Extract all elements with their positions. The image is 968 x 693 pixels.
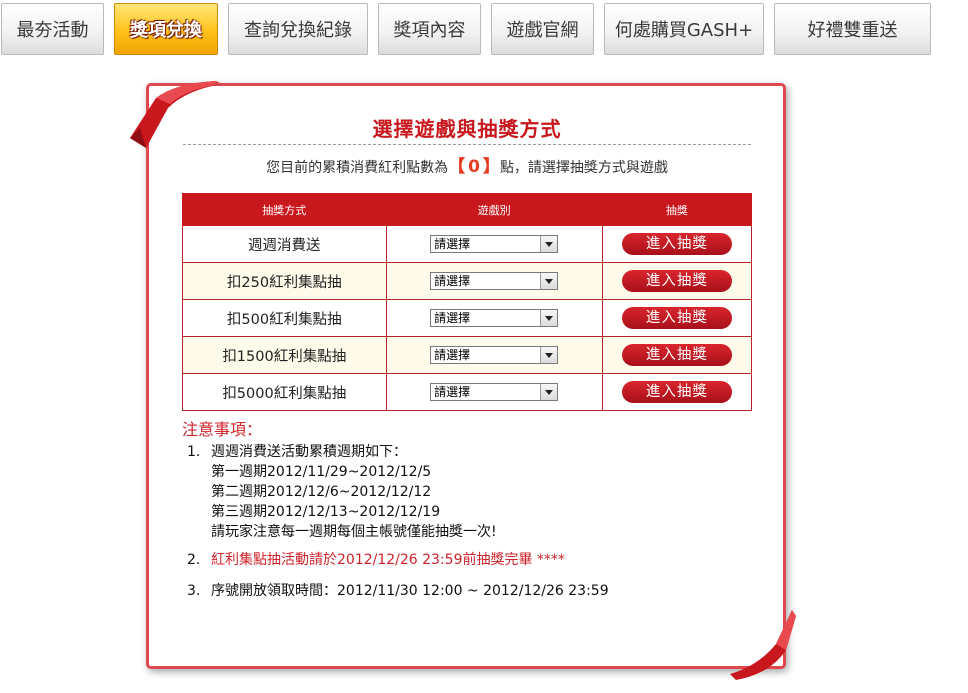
- note-line: 第二週期2012/12/6~2012/12/12: [211, 484, 432, 500]
- points-suffix: 點，請選擇抽獎方式與遊戲: [499, 160, 668, 176]
- note-line: 請玩家注意每一週期每個主帳號僅能抽獎一次!: [211, 524, 497, 540]
- dropdown-arrow-icon[interactable]: [540, 236, 558, 252]
- game-select-5000[interactable]: 請選擇: [430, 383, 559, 401]
- table-row: 扣1500紅利集點抽 請選擇 進入抽獎: [182, 336, 753, 374]
- note-line: 週週消費送活動累積週期如下：: [211, 444, 407, 460]
- ribbon-bottom-right-decoration: [730, 610, 796, 680]
- dropdown-arrow-icon[interactable]: [540, 347, 558, 363]
- tab-prize-contents[interactable]: 獎項內容: [378, 3, 481, 55]
- draw-method-table: 抽獎方式 遊戲別 抽獎 週週消費送 請選擇 進入抽獎 扣250紅利集點抽 請選擇…: [182, 193, 753, 411]
- select-value: 請選擇: [434, 237, 471, 251]
- enter-draw-button-weekly[interactable]: 進入抽獎: [621, 233, 732, 255]
- points-open-bracket: 【: [448, 157, 466, 177]
- game-select-cell: 請選擇: [385, 336, 603, 374]
- table-row: 週週消費送 請選擇 進入抽獎: [182, 225, 753, 263]
- list-item: 2. 紅利集點抽活動請於2012/12/26 23:59前抽獎完畢 ****: [187, 550, 747, 570]
- draw-method-label: 扣5000紅利集點抽: [182, 373, 387, 411]
- draw-method-label: 扣500紅利集點抽: [182, 299, 387, 337]
- enter-draw-button-5000[interactable]: 進入抽獎: [621, 381, 732, 403]
- note-line: 第一週期2012/11/29~2012/12/5: [211, 464, 432, 480]
- draw-button-cell: 進入抽獎: [601, 262, 753, 300]
- dropdown-arrow-icon[interactable]: [540, 384, 558, 400]
- game-select-cell: 請選擇: [385, 299, 603, 337]
- note-number: 3.: [187, 583, 201, 599]
- header-draw-method: 抽獎方式: [182, 193, 387, 226]
- panel-title: 選擇遊戲與抽獎方式: [372, 117, 562, 141]
- game-select-500[interactable]: 請選擇: [430, 309, 559, 327]
- draw-button-cell: 進入抽獎: [601, 373, 753, 411]
- points-summary: 您目前的累積消費紅利點數為【 0 】點，請選擇抽獎方式與遊戲: [183, 152, 751, 177]
- title-divider: [183, 144, 751, 145]
- note-text: 紅利集點抽活動請於2012/12/26 23:59前抽獎完畢 ****: [211, 552, 565, 568]
- select-value: 請選擇: [434, 311, 471, 325]
- enter-draw-button-1500[interactable]: 進入抽獎: [621, 344, 732, 366]
- note-number: 1.: [187, 444, 201, 460]
- header-draw: 抽獎: [601, 193, 753, 226]
- draw-method-label: 週週消費送: [182, 225, 387, 263]
- table-row: 扣500紅利集點抽 請選擇 進入抽獎: [182, 299, 753, 337]
- game-select-cell: 請選擇: [385, 262, 603, 300]
- table-row: 扣5000紅利集點抽 請選擇 進入抽獎: [182, 373, 753, 411]
- note-text: 序號開放領取時間：2012/11/30 12:00 ~ 2012/12/26 2…: [211, 583, 609, 599]
- tab-redemption-history[interactable]: 查詢兌換紀錄: [228, 3, 368, 55]
- notes-title: 注意事項：: [182, 420, 263, 439]
- table-row: 扣250紅利集點抽 請選擇 進入抽獎: [182, 262, 753, 300]
- tab-game-website[interactable]: 遊戲官網: [491, 3, 594, 55]
- draw-button-cell: 進入抽獎: [601, 299, 753, 337]
- points-prefix: 您目前的累積消費紅利點數為: [266, 160, 449, 176]
- list-item: 3. 序號開放領取時間：2012/11/30 12:00 ~ 2012/12/2…: [187, 581, 747, 601]
- game-select-cell: 請選擇: [385, 225, 603, 263]
- game-select-weekly[interactable]: 請選擇: [430, 235, 559, 253]
- list-item: 1. 週週消費送活動累積週期如下： 第一週期2012/11/29~2012/12…: [187, 442, 747, 542]
- draw-button-cell: 進入抽獎: [601, 336, 753, 374]
- game-select-cell: 請選擇: [385, 373, 603, 411]
- select-value: 請選擇: [434, 274, 471, 288]
- select-value: 請選擇: [434, 385, 471, 399]
- tab-double-gift[interactable]: 好禮雙重送: [774, 3, 931, 55]
- points-value: 0: [468, 157, 480, 177]
- draw-method-label: 扣250紅利集點抽: [182, 262, 387, 300]
- table-header-row: 抽獎方式 遊戲別 抽獎: [182, 193, 753, 226]
- tab-prize-redemption[interactable]: 獎項兌換: [114, 3, 218, 55]
- note-line: 第三週期2012/12/13~2012/12/19: [211, 504, 441, 520]
- header-game-type: 遊戲別: [385, 193, 603, 226]
- notes-list: 1. 週週消費送活動累積週期如下： 第一週期2012/11/29~2012/12…: [187, 442, 747, 601]
- select-value: 請選擇: [434, 348, 471, 362]
- enter-draw-button-250[interactable]: 進入抽獎: [621, 270, 732, 292]
- draw-method-label: 扣1500紅利集點抽: [182, 336, 387, 374]
- game-select-250[interactable]: 請選擇: [430, 272, 559, 290]
- enter-draw-button-500[interactable]: 進入抽獎: [621, 307, 732, 329]
- tab-where-to-buy[interactable]: 何處購買GASH+: [604, 3, 764, 55]
- tab-featured-events[interactable]: 最夯活動: [1, 3, 104, 55]
- game-select-1500[interactable]: 請選擇: [430, 346, 559, 364]
- dropdown-arrow-icon[interactable]: [540, 273, 558, 289]
- draw-button-cell: 進入抽獎: [601, 225, 753, 263]
- note-number: 2.: [187, 552, 201, 568]
- dropdown-arrow-icon[interactable]: [540, 310, 558, 326]
- points-close-bracket: 】: [482, 157, 500, 177]
